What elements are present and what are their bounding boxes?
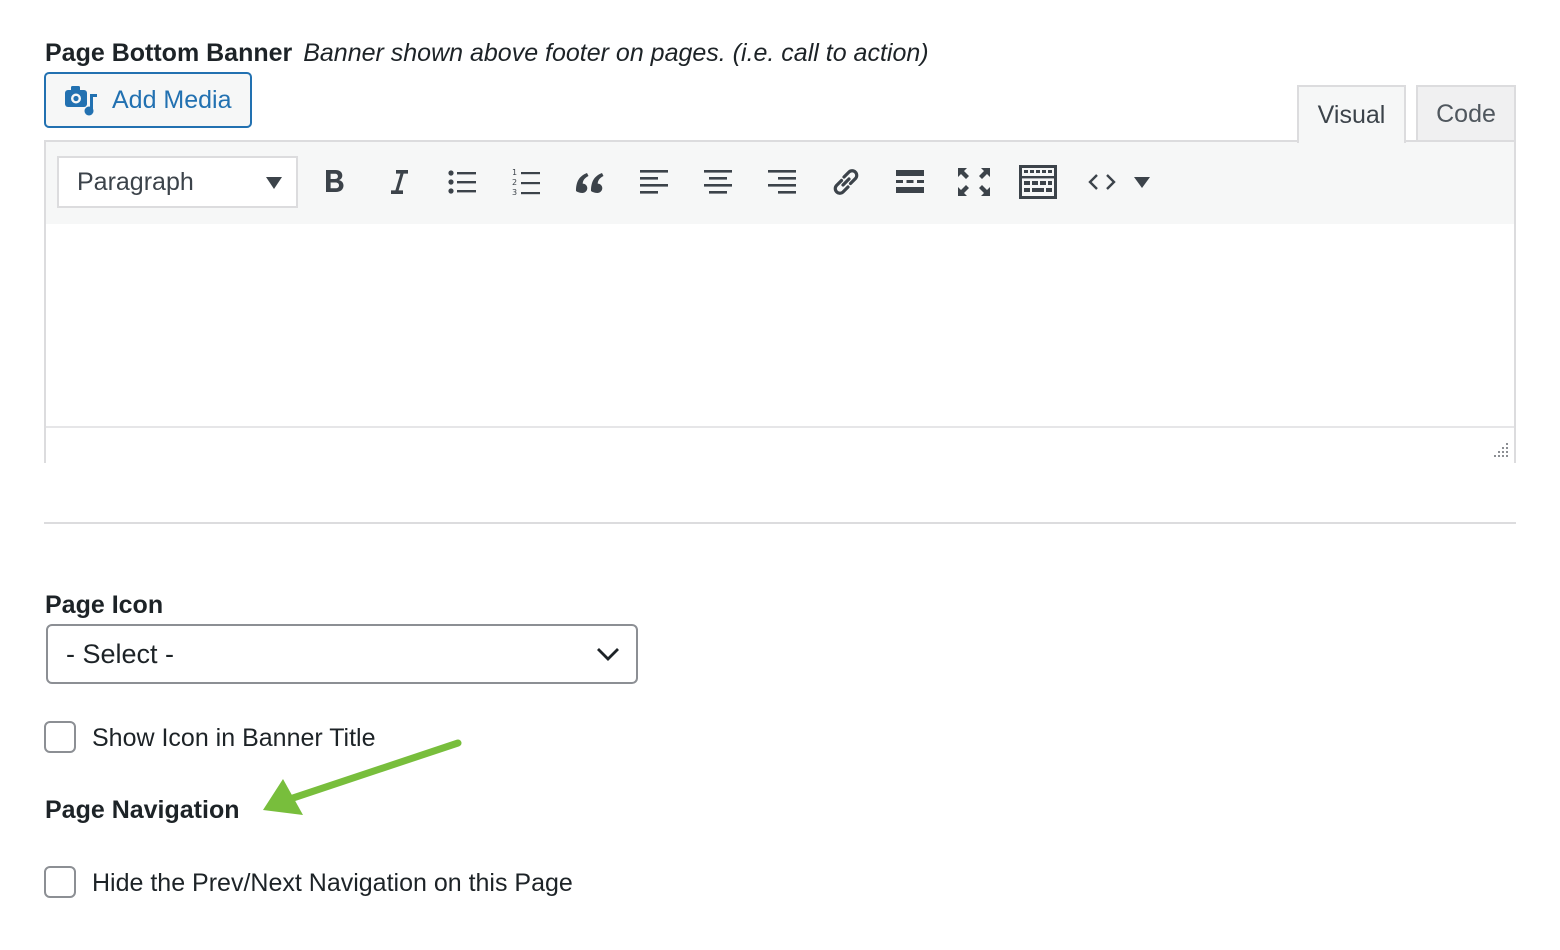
toolbar-toggle-icon [1019,165,1057,199]
tab-visual[interactable]: Visual [1297,85,1406,143]
code-icon [1088,174,1116,190]
link-icon [833,169,859,195]
italic-button[interactable] [378,162,418,202]
svg-text:1: 1 [512,168,517,177]
hide-navigation-checkbox-label[interactable]: Hide the Prev/Next Navigation on this Pa… [92,866,573,900]
read-more-icon [896,170,924,193]
link-button[interactable] [826,162,866,202]
page-icon-label: Page Icon [45,591,164,619]
align-center-button[interactable] [698,162,738,202]
align-right-button[interactable] [762,162,802,202]
blockquote-icon [576,173,604,193]
chevron-down-icon [597,648,619,661]
page-icon-select-value: - Select - [66,638,175,669]
page-icon-select[interactable]: - Select - [46,624,638,684]
add-media-button[interactable]: Add Media [44,72,252,128]
align-right-icon [768,170,796,194]
svg-text:3: 3 [512,188,517,197]
more-dropdown-icon [1134,177,1150,188]
fullscreen-icon [958,168,990,196]
tab-visual-label: Visual [1317,100,1386,129]
page-navigation-label: Page Navigation [45,796,240,824]
more-dropdown-button[interactable] [1124,162,1160,202]
format-select-value: Paragraph [77,167,194,196]
align-center-icon [704,170,732,194]
tab-code-label: Code [1436,99,1496,128]
hide-navigation-checkbox[interactable] [44,866,76,898]
align-left-icon [640,170,668,194]
bold-button[interactable] [315,162,355,202]
toolbar-toggle-button[interactable] [1018,162,1058,202]
editor-content-area[interactable] [46,224,1514,426]
align-left-button[interactable] [634,162,674,202]
add-media-icon [65,86,97,116]
italic-icon [391,170,408,194]
tab-code[interactable]: Code [1416,85,1516,141]
bold-icon [326,170,344,192]
section-divider [44,522,1516,524]
blockquote-button[interactable] [570,162,610,202]
numbered-list-icon: 1 2 3 [512,168,540,197]
fullscreen-button[interactable] [954,162,994,202]
rich-text-editor: Paragraph 1 2 3 [44,140,1516,463]
add-media-label: Add Media [112,85,232,114]
bulleted-list-icon [448,170,476,194]
editor-statusbar [46,426,1514,463]
caret-down-icon [266,177,282,189]
banner-field-description: Banner shown above footer on pages. (i.e… [303,39,929,67]
resize-handle-icon[interactable] [1490,439,1510,459]
show-icon-checkbox[interactable] [44,721,76,753]
read-more-button[interactable] [890,162,930,202]
banner-field-title: Page Bottom Banner [45,39,293,67]
annotation-arrow-icon [263,739,462,815]
editor-toolbar: Paragraph 1 2 3 [46,142,1514,226]
format-select[interactable]: Paragraph [57,156,298,208]
svg-text:2: 2 [512,178,517,187]
code-button[interactable] [1082,162,1122,202]
numbered-list-button[interactable]: 1 2 3 [506,162,546,202]
banner-field-heading: Page Bottom Banner Banner shown above fo… [45,36,929,70]
bulleted-list-button[interactable] [442,162,482,202]
